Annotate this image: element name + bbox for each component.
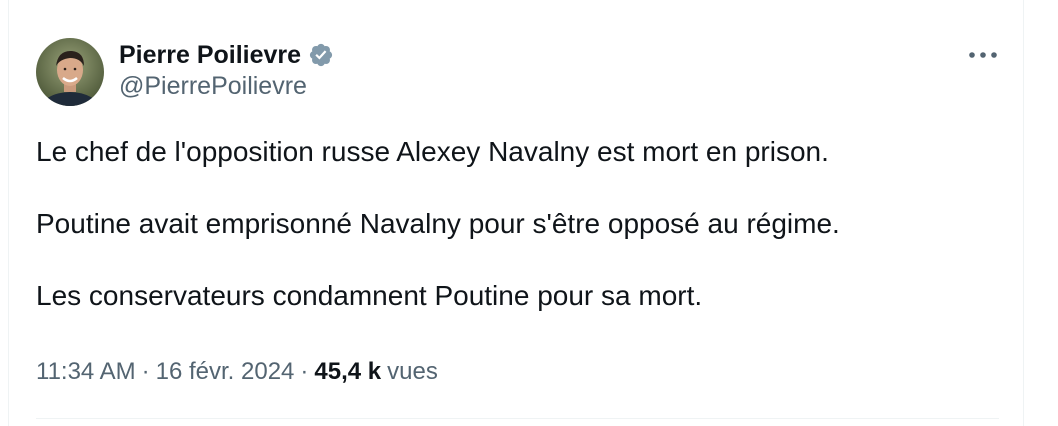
tweet-time[interactable]: 11:34 AM bbox=[36, 358, 136, 386]
author-name-row: Pierre Poilievre bbox=[119, 38, 334, 72]
tweet-date[interactable]: 16 févr. 2024 bbox=[156, 358, 295, 386]
views-label: vues bbox=[387, 358, 438, 385]
author-display-name[interactable]: Pierre Poilievre bbox=[119, 41, 301, 70]
verified-badge-icon[interactable] bbox=[308, 42, 334, 68]
tweet-paragraph: Les conservateurs condamnent Poutine pou… bbox=[36, 280, 703, 311]
meta-separator: · bbox=[141, 358, 150, 385]
avatar[interactable] bbox=[36, 38, 104, 106]
more-options-button[interactable] bbox=[963, 40, 1003, 70]
tweet-text: Le chef de l'opposition russe Alexey Nav… bbox=[36, 134, 996, 350]
divider bbox=[36, 418, 999, 419]
avatar-image bbox=[36, 38, 104, 106]
tweet-meta: 11:34 AM · 16 févr. 2024 · 45,4 k vues bbox=[36, 358, 438, 386]
tweet-card: Pierre Poilievre @PierrePoilievre Le che… bbox=[8, 0, 1024, 426]
tweet-paragraph: Poutine avait emprisonné Navalny pour s'… bbox=[36, 208, 840, 239]
author-handle[interactable]: @PierrePoilievre bbox=[119, 72, 307, 101]
meta-separator: · bbox=[300, 358, 309, 385]
ellipsis-icon bbox=[969, 52, 997, 58]
views-count[interactable]: 45,4 k bbox=[314, 358, 381, 386]
tweet-paragraph: Le chef de l'opposition russe Alexey Nav… bbox=[36, 136, 829, 167]
